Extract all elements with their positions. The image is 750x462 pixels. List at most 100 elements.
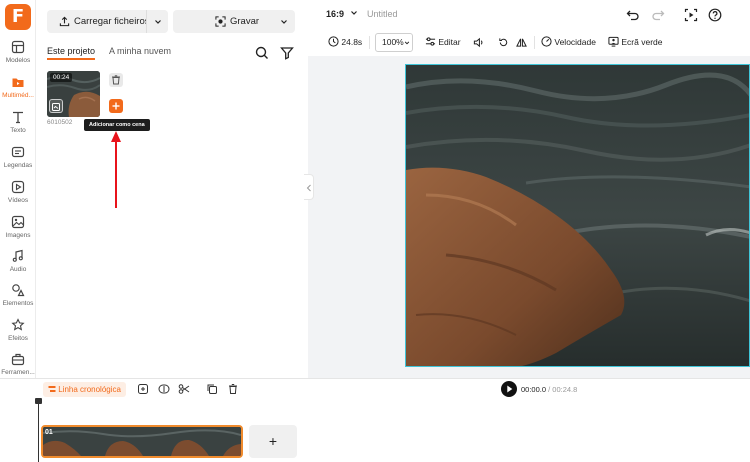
replace-icon — [52, 103, 60, 111]
clock-icon — [328, 36, 339, 47]
rail-label: Áudio — [9, 266, 27, 273]
video-frame — [406, 65, 749, 366]
media-icon — [12, 78, 24, 87]
rail-item-captions[interactable]: Legendas — [0, 145, 36, 179]
audio-icon — [12, 249, 23, 262]
green-screen-button[interactable]: Ecrã verde — [608, 32, 662, 53]
speed-label: Velocidade — [554, 37, 596, 47]
flip-icon[interactable] — [516, 37, 527, 48]
duration-button[interactable]: 24.8s — [328, 32, 362, 53]
add-scene-icon[interactable] — [137, 383, 149, 395]
edit-button[interactable]: Editar — [425, 32, 461, 53]
upload-icon — [59, 16, 70, 27]
rail-item-models[interactable]: Modelos — [0, 40, 36, 74]
playhead[interactable] — [38, 401, 39, 462]
record-label: Gravar — [230, 16, 260, 27]
annotation-arrow — [111, 131, 121, 208]
media-filename: 6010502 — [47, 119, 73, 126]
videos-icon — [11, 180, 25, 194]
undo-icon[interactable] — [626, 8, 640, 22]
video-canvas[interactable] — [405, 64, 750, 367]
chevron-down-icon — [281, 20, 287, 24]
rail-label: Imagens — [5, 232, 31, 239]
timeline-toggle-button[interactable]: Linha cronológica — [43, 382, 126, 397]
toolbar-divider — [369, 36, 370, 49]
speed-icon — [541, 36, 552, 47]
plus-icon — [112, 102, 120, 110]
captions-icon — [11, 146, 25, 158]
tab-this-project[interactable]: Este projeto — [47, 46, 96, 60]
duration-badge: 00:24 — [50, 73, 73, 82]
timeline-clip[interactable] — [41, 425, 243, 458]
rail-item-text[interactable]: Texto — [0, 110, 36, 144]
aspect-ratio-selector[interactable]: 16:9 — [326, 9, 358, 19]
filter-icon[interactable] — [279, 45, 295, 61]
rail-label: Legendas — [3, 162, 33, 169]
elements-icon — [12, 284, 25, 297]
project-title[interactable]: Untitled — [367, 9, 398, 19]
delete-media-button[interactable] — [109, 73, 123, 87]
record-button[interactable]: Gravar — [173, 10, 295, 33]
rail-item-videos[interactable]: Vídeos — [0, 180, 36, 214]
sliders-icon — [425, 37, 436, 46]
rail-item-images[interactable]: Imagens — [0, 215, 36, 249]
clip-number: 01 — [45, 429, 53, 436]
current-time: 00:00.0 — [521, 385, 547, 394]
collapse-panel-handle[interactable] — [304, 174, 314, 200]
edit-label: Editar — [438, 37, 461, 47]
add-scene-button[interactable]: + — [249, 425, 297, 458]
green-screen-label: Ecrã verde — [621, 37, 663, 47]
preview-icon[interactable] — [684, 8, 698, 22]
scissors-icon[interactable] — [178, 383, 190, 395]
tab-my-cloud[interactable]: A minha nuvem — [109, 46, 171, 56]
effects-icon — [11, 318, 25, 331]
text-icon — [13, 111, 23, 124]
top-bar: 16:9 Untitled — [308, 0, 750, 30]
trash-icon — [112, 75, 120, 85]
speed-button[interactable]: Velocidade — [541, 32, 596, 53]
rail-label: Multiméd... — [2, 92, 34, 99]
left-rail: F Modelos Multiméd... Texto Legendas Víd… — [0, 0, 36, 378]
timeline-icon — [48, 386, 56, 392]
volume-icon[interactable] — [473, 37, 484, 48]
rail-item-media[interactable]: Multiméd... — [0, 75, 36, 109]
images-icon — [11, 215, 25, 229]
duplicate-icon[interactable] — [206, 383, 218, 395]
chevron-down-icon — [155, 20, 161, 24]
record-icon — [215, 16, 226, 27]
clip-filmstrip — [43, 427, 241, 456]
rail-label: Elementos — [2, 300, 34, 307]
zoom-value: 100% — [382, 37, 404, 47]
rail-label: Vídeos — [7, 197, 29, 204]
chevron-down-icon — [404, 41, 410, 45]
app-logo[interactable]: F — [5, 4, 31, 30]
rail-label: Efeitos — [8, 335, 28, 342]
upload-options-button[interactable] — [146, 10, 168, 33]
chevron-left-icon — [306, 184, 311, 192]
replace-media-button[interactable] — [49, 99, 63, 113]
rail-label: Texto — [10, 127, 26, 134]
upload-label: Carregar ficheiros — [74, 16, 150, 27]
redo-icon[interactable] — [651, 8, 665, 22]
rotate-icon[interactable] — [498, 37, 509, 48]
tools-icon — [11, 353, 25, 366]
play-button[interactable] — [501, 381, 517, 397]
rail-item-audio[interactable]: Áudio — [0, 249, 36, 283]
zoom-select[interactable]: 100% — [375, 33, 413, 52]
timeline-label: Linha cronológica — [58, 385, 121, 394]
green-screen-icon — [608, 36, 619, 47]
search-icon[interactable] — [254, 45, 270, 61]
editor-toolbar: 24.8s 100% Editar Velocidade Ecrã verde — [319, 32, 750, 53]
help-icon[interactable] — [708, 8, 722, 22]
rail-label: Modelos — [5, 57, 31, 64]
rail-item-effects[interactable]: Efeitos — [0, 318, 36, 352]
add-as-scene-button[interactable] — [109, 99, 123, 113]
split-icon[interactable] — [158, 383, 170, 395]
templates-icon — [11, 40, 25, 54]
trash-icon[interactable] — [227, 383, 239, 395]
total-time: / 00:24.8 — [548, 385, 578, 394]
media-panel: Carregar ficheiros Gravar Este projeto A… — [36, 0, 308, 378]
toolbar-divider — [534, 36, 535, 49]
duration-value: 24.8s — [341, 37, 363, 47]
rail-item-elements[interactable]: Elementos — [0, 283, 36, 317]
